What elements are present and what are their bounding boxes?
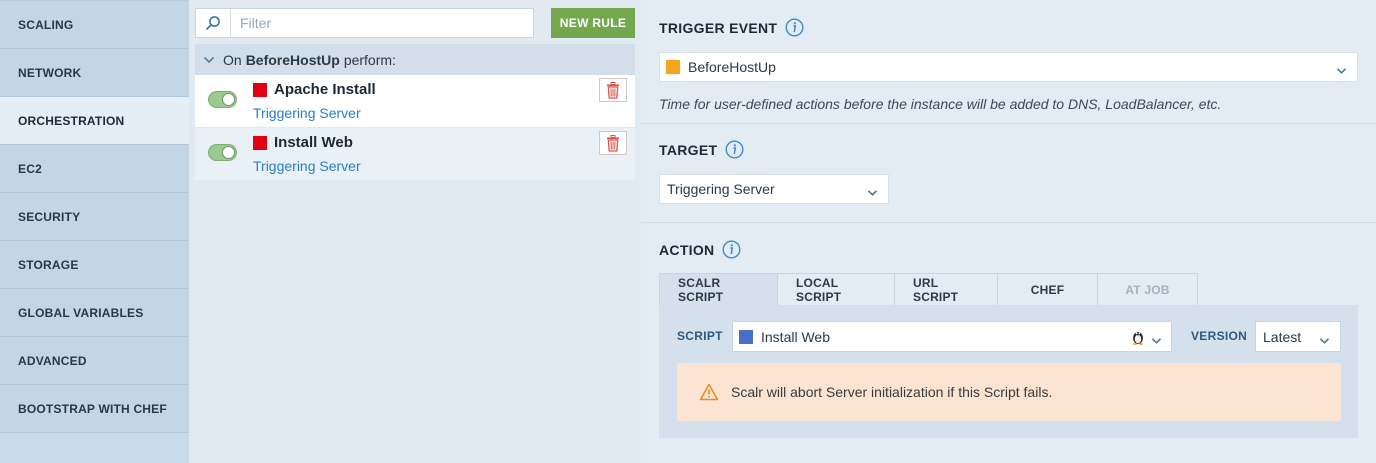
rules-header-suffix: perform: [343, 51, 396, 68]
sidebar-item-scaling[interactable]: SCALING [0, 1, 189, 49]
rules-header-event: BeforeHostUp [245, 51, 340, 68]
rule-target-link[interactable]: Triggering Server [253, 105, 361, 121]
event-color-swatch [666, 60, 680, 74]
trigger-event-section: TRIGGER EVENT BeforeHostUp Time for user… [641, 0, 1376, 124]
settings-sidebar: SCALING NETWORK ORCHESTRATION EC2 SECURI… [0, 0, 189, 463]
sidebar-item-orchestration[interactable]: ORCHESTRATION [0, 97, 189, 145]
filter-input[interactable] [231, 9, 533, 37]
chevron-down-icon [1151, 332, 1162, 348]
chevron-down-icon [1336, 62, 1347, 78]
target-select[interactable]: Triggering Server [659, 174, 889, 204]
rule-enabled-toggle[interactable] [208, 91, 237, 108]
action-heading: ACTION [659, 240, 741, 259]
tab-chef[interactable]: CHEF [997, 273, 1098, 305]
trigger-event-description: Time for user-defined actions before the… [659, 96, 1222, 112]
warning-text: Scalr will abort Server initialization i… [731, 384, 1053, 400]
rule-enabled-toggle[interactable] [208, 144, 237, 161]
warning-triangle-icon [699, 383, 719, 401]
chevron-down-icon [203, 56, 223, 64]
rule-editor: TRIGGER EVENT BeforeHostUp Time for user… [641, 0, 1376, 463]
tab-scalr-script[interactable]: SCALR SCRIPT [659, 273, 778, 305]
rule-row[interactable]: Install Web Triggering Server [195, 128, 635, 180]
tab-local-script[interactable]: LOCAL SCRIPT [777, 273, 895, 305]
script-select[interactable]: Install Web [732, 321, 1172, 352]
rules-header-prefix: On [223, 51, 242, 68]
delete-rule-button[interactable] [599, 78, 627, 102]
rule-row[interactable]: Apache Install Triggering Server [195, 75, 635, 127]
trigger-event-value: BeforeHostUp [688, 59, 776, 75]
sidebar-item-network[interactable]: NETWORK [0, 49, 189, 97]
version-label: VERSION [1191, 329, 1248, 343]
chevron-down-icon [867, 184, 878, 200]
script-label: SCRIPT [677, 329, 723, 343]
rule-color-swatch [253, 83, 267, 97]
sidebar-item-ec2[interactable]: EC2 [0, 145, 189, 193]
script-value: Install Web [761, 328, 830, 345]
trash-icon [607, 81, 619, 99]
scalr-script-panel: SCRIPT Install Web VERSION Latest Scalr … [659, 305, 1358, 438]
search-icon [196, 9, 231, 37]
action-tabs: SCALR SCRIPT LOCAL SCRIPT URL SCRIPT CHE… [659, 273, 1198, 305]
sidebar-item-security[interactable]: SECURITY [0, 193, 189, 241]
info-icon[interactable] [722, 240, 741, 259]
filter-box [195, 8, 534, 38]
script-failure-warning: Scalr will abort Server initialization i… [677, 363, 1341, 421]
rules-panel: NEW RULE On BeforeHostUp perform: Apache… [189, 0, 641, 463]
sidebar-item-advanced[interactable]: ADVANCED [0, 337, 189, 385]
new-rule-button[interactable]: NEW RULE [551, 8, 635, 38]
version-select[interactable]: Latest [1255, 321, 1341, 352]
linux-penguin-icon [1131, 329, 1145, 348]
target-value: Triggering Server [667, 181, 775, 197]
rule-target-link[interactable]: Triggering Server [253, 158, 361, 174]
tab-url-script[interactable]: URL SCRIPT [894, 273, 998, 305]
chevron-down-icon [1319, 332, 1330, 348]
rule-name: Apache Install [274, 81, 376, 98]
trigger-event-select[interactable]: BeforeHostUp [659, 52, 1358, 82]
sidebar-item-storage[interactable]: STORAGE [0, 241, 189, 289]
trash-icon [607, 134, 619, 152]
delete-rule-button[interactable] [599, 131, 627, 155]
target-heading: TARGET [659, 140, 744, 159]
rule-color-swatch [253, 136, 267, 150]
sidebar-item-bootstrap-with-chef[interactable]: BOOTSTRAP WITH CHEF [0, 385, 189, 433]
rule-name: Install Web [274, 134, 353, 151]
rules-group-header[interactable]: On BeforeHostUp perform: [195, 44, 635, 75]
version-value: Latest [1263, 328, 1302, 345]
info-icon[interactable] [785, 18, 804, 37]
script-color-swatch [739, 329, 753, 344]
tab-at-job: AT JOB [1097, 273, 1198, 305]
sidebar-item-global-variables[interactable]: GLOBAL VARIABLES [0, 289, 189, 337]
info-icon[interactable] [725, 140, 744, 159]
trigger-event-heading: TRIGGER EVENT [659, 18, 804, 37]
